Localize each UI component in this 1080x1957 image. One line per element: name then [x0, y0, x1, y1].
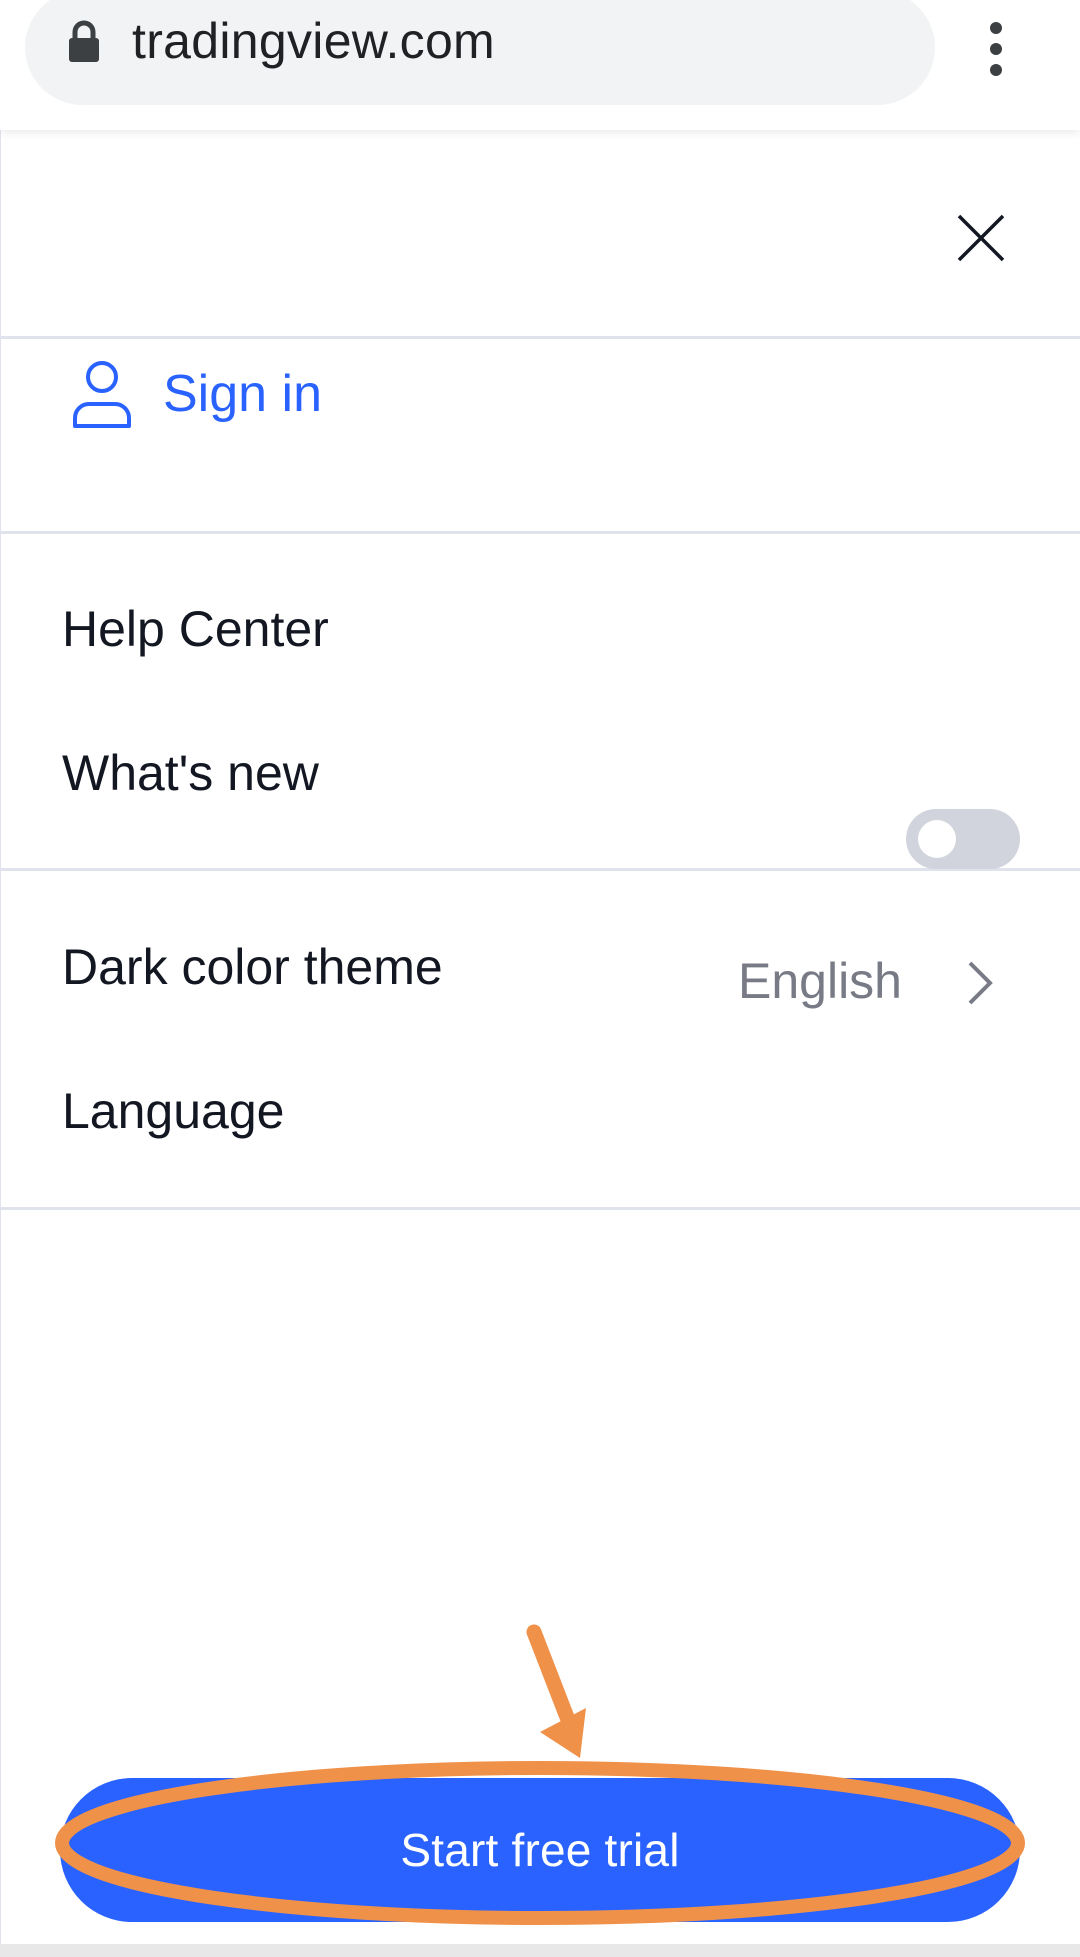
language-label[interactable]: Language: [62, 1082, 284, 1140]
divider: [1, 868, 1080, 871]
divider: [1, 531, 1080, 534]
divider: [1, 336, 1080, 339]
whats-new-link[interactable]: What's new: [62, 744, 319, 802]
dark-theme-toggle[interactable]: [906, 809, 1020, 869]
chevron-right-icon[interactable]: [962, 955, 996, 1011]
url-text: tradingview.com: [132, 13, 495, 69]
help-center-link[interactable]: Help Center: [62, 600, 329, 658]
sign-in-link[interactable]: Sign in: [1, 340, 1080, 452]
toggle-knob: [918, 820, 956, 858]
address-bar[interactable]: tradingview.com: [25, 0, 935, 105]
lock-icon: [69, 20, 99, 62]
start-free-trial-label: Start free trial: [400, 1824, 680, 1876]
side-menu: Sign in Help Center What's new Dark colo…: [0, 130, 1080, 1957]
user-icon: [73, 361, 131, 428]
kebab-icon[interactable]: [985, 22, 1007, 76]
dark-theme-label: Dark color theme: [62, 939, 443, 995]
sign-in-label: Sign in: [163, 365, 322, 423]
bottom-strip: [0, 1944, 1080, 1957]
browser-toolbar: tradingview.com: [0, 0, 1080, 130]
language-value[interactable]: English: [738, 952, 902, 1010]
divider: [1, 1207, 1080, 1210]
close-icon[interactable]: [951, 208, 1011, 268]
start-free-trial-button[interactable]: Start free trial: [60, 1778, 1020, 1922]
